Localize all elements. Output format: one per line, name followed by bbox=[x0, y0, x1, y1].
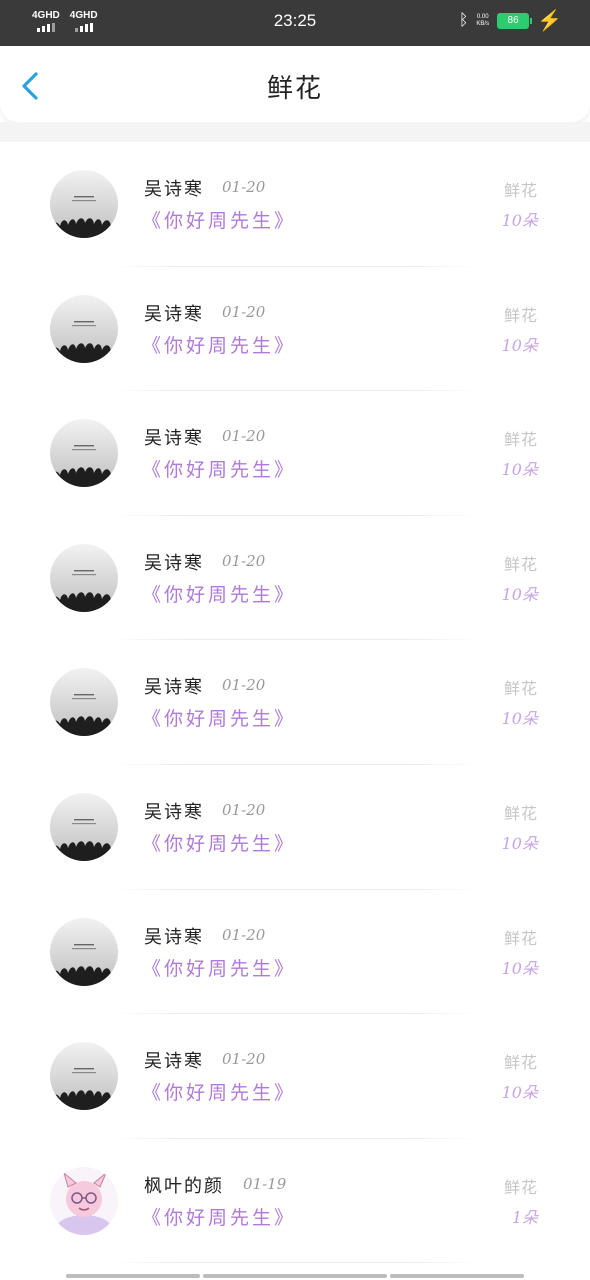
avatar[interactable] bbox=[50, 419, 118, 488]
gift-type: 鲜花 bbox=[503, 928, 538, 948]
song-title: 《你好周先生》 bbox=[142, 1206, 297, 1229]
date: 01-20 bbox=[222, 178, 266, 196]
nav-hint-bar bbox=[66, 1274, 200, 1278]
avatar[interactable] bbox=[50, 294, 118, 363]
song-title: 《你好周先生》 bbox=[142, 832, 297, 855]
avatar[interactable] bbox=[50, 917, 118, 986]
gift-type: 鲜花 bbox=[503, 305, 538, 325]
date: 01-20 bbox=[222, 1050, 266, 1069]
nav-hint-bar bbox=[203, 1274, 387, 1278]
user-name: 吴诗寒 bbox=[144, 552, 204, 574]
list-item[interactable]: 吴诗寒 01-20 《你好周先生》 鲜花 10朵 bbox=[0, 640, 590, 765]
avatar[interactable] bbox=[50, 668, 118, 737]
song-title: 《你好周先生》 bbox=[142, 708, 297, 731]
avatar[interactable] bbox=[50, 170, 118, 238]
list-item[interactable]: 吴诗寒 01-20 《你好周先生》 鲜花 10朵 bbox=[0, 890, 590, 1015]
list-item[interactable]: 吴诗寒 01-20 《你好周先生》 鲜花 10朵 bbox=[0, 516, 590, 641]
song-title: 《你好周先生》 bbox=[142, 957, 297, 980]
user-name: 吴诗寒 bbox=[144, 801, 204, 823]
bluetooth-icon: ᛒ bbox=[458, 12, 469, 29]
song-title: 《你好周先生》 bbox=[142, 583, 297, 606]
gift-count: 10朵 bbox=[501, 1083, 538, 1103]
user-name: 吴诗寒 bbox=[144, 677, 204, 699]
list-item[interactable]: 吴诗寒 01-20 《你好周先生》 鲜花 10朵 bbox=[0, 1014, 590, 1139]
gift-type: 鲜花 bbox=[503, 430, 538, 450]
gift-count: 10朵 bbox=[501, 335, 538, 355]
list-item[interactable]: 枫叶的颜 01-19 《你好周先生》 鲜花 1朵 bbox=[0, 1139, 590, 1264]
date: 01-20 bbox=[222, 427, 266, 446]
user-name: 枫叶的颜 bbox=[144, 1175, 224, 1197]
list-item[interactable]: 吴诗寒 01-20 《你好周先生》 鲜花 10朵 bbox=[0, 391, 590, 516]
user-name: 吴诗寒 bbox=[144, 926, 204, 948]
list-item[interactable]: 吴诗寒 01-20 《你好周先生》 鲜花 10朵 bbox=[0, 142, 590, 267]
gift-count: 10朵 bbox=[501, 460, 538, 480]
date: 01-20 bbox=[222, 676, 266, 695]
user-name: 吴诗寒 bbox=[144, 179, 204, 200]
divider bbox=[110, 1262, 480, 1264]
battery-icon: 86 bbox=[497, 13, 533, 29]
network-speed-value: 0.00 bbox=[476, 14, 489, 20]
gift-count: 10朵 bbox=[501, 958, 538, 978]
date: 01-19 bbox=[243, 1174, 287, 1193]
network-speed: 0.00 KB/s bbox=[476, 14, 489, 28]
user-name: 吴诗寒 bbox=[144, 428, 204, 450]
avatar[interactable] bbox=[50, 1042, 118, 1111]
avatar[interactable] bbox=[50, 792, 118, 861]
user-name: 吴诗寒 bbox=[144, 1051, 204, 1073]
song-title: 《你好周先生》 bbox=[142, 334, 297, 357]
network-speed-unit: KB/s bbox=[476, 21, 490, 27]
gift-type: 鲜花 bbox=[503, 1053, 538, 1073]
status-bar: 4GHD 4GHD 23:25 ᛒ 0.00 KB/s 86 ⚡ bbox=[0, 0, 590, 46]
date: 01-20 bbox=[222, 800, 266, 819]
gift-type: 鲜花 bbox=[503, 554, 538, 574]
avatar[interactable] bbox=[50, 543, 118, 612]
song-title: 《你好周先生》 bbox=[142, 210, 297, 232]
gift-count: 10朵 bbox=[501, 833, 538, 853]
gift-type: 鲜花 bbox=[503, 181, 538, 200]
list-item[interactable]: 吴诗寒 01-20 《你好周先生》 鲜花 10朵 bbox=[0, 765, 590, 890]
song-title: 《你好周先生》 bbox=[142, 459, 297, 482]
header: 鲜花 bbox=[0, 46, 590, 122]
header-separator bbox=[0, 122, 590, 142]
gift-count: 10朵 bbox=[501, 584, 538, 604]
date: 01-20 bbox=[222, 302, 266, 321]
song-title: 《你好周先生》 bbox=[142, 1082, 297, 1105]
gift-count: 1朵 bbox=[511, 1207, 538, 1227]
nav-hint-bar bbox=[390, 1274, 524, 1278]
gift-count: 10朵 bbox=[501, 709, 538, 729]
user-name: 吴诗寒 bbox=[144, 303, 204, 325]
date: 01-20 bbox=[222, 551, 266, 570]
gift-count: 10朵 bbox=[501, 211, 538, 230]
date: 01-20 bbox=[222, 925, 266, 944]
gift-type: 鲜花 bbox=[503, 679, 538, 699]
gift-type: 鲜花 bbox=[503, 1177, 538, 1197]
gift-list: 吴诗寒 01-20 《你好周先生》 鲜花 10朵 吴诗寒 01-20 《你好周先生》 鲜花 10… bbox=[0, 142, 590, 1264]
list-item[interactable]: 吴诗寒 01-20 《你好周先生》 鲜花 10朵 bbox=[0, 267, 590, 392]
charging-icon: ⚡ bbox=[537, 10, 562, 32]
avatar[interactable] bbox=[50, 1166, 118, 1235]
page-title: 鲜花 bbox=[266, 74, 323, 104]
status-icons: ᛒ 0.00 KB/s 86 ⚡ bbox=[458, 10, 562, 32]
gift-type: 鲜花 bbox=[503, 803, 538, 823]
